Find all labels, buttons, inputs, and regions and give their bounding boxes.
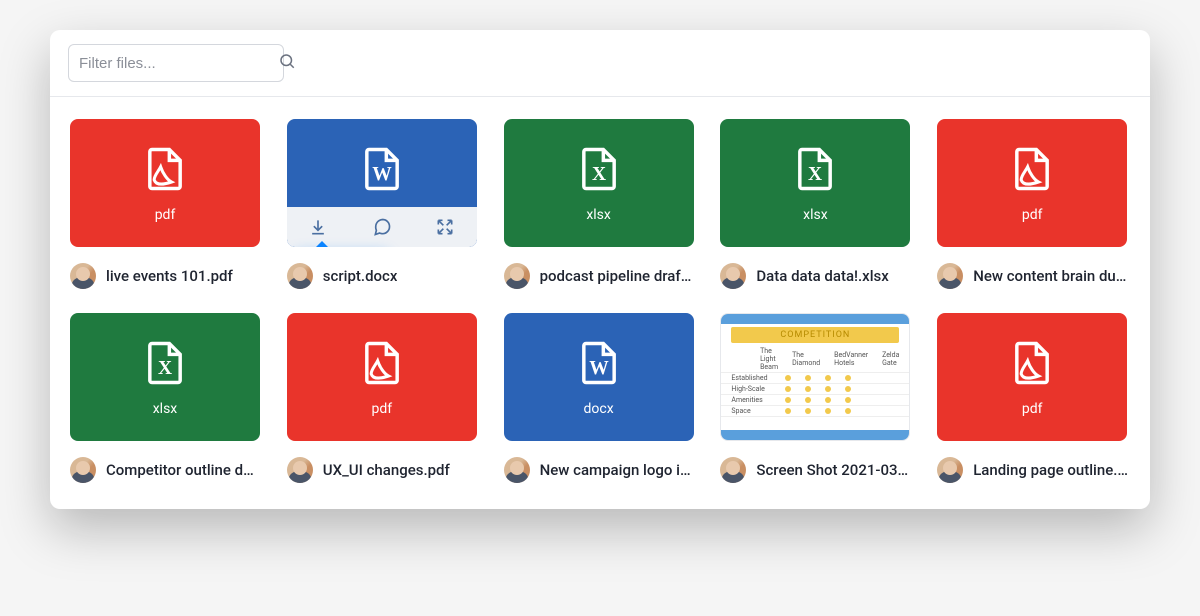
pdf-file-icon	[356, 337, 408, 393]
xlsx-file-icon: X	[789, 143, 841, 199]
file-name-label: UX_UI changes.pdf	[323, 461, 450, 479]
file-extension-label: pdf	[1022, 401, 1043, 417]
file-name-label: Landing page outline.pdf	[973, 461, 1128, 479]
file-thumbnail[interactable]: Xxlsx	[720, 119, 910, 247]
file-thumbnail[interactable]: pdf	[287, 313, 477, 441]
file-extension-label: xlsx	[803, 207, 828, 223]
expand-button[interactable]	[425, 207, 465, 247]
avatar	[720, 457, 746, 483]
file-meta: script.docx	[287, 263, 480, 289]
file-card[interactable]: Xxlsx Data data data!.xlsx	[720, 119, 913, 289]
download-button[interactable]: Download	[298, 207, 338, 247]
file-name-label: New content brain dump.pdf	[973, 267, 1128, 285]
avatar	[504, 457, 530, 483]
files-panel: pdflive events 101.pdfWdocxDownloadscrip…	[50, 30, 1150, 509]
search-icon[interactable]	[278, 52, 296, 74]
file-card[interactable]: Xxlsx podcast pipeline draft.xlsx	[504, 119, 697, 289]
file-name-label: live events 101.pdf	[106, 267, 233, 285]
file-thumbnail[interactable]: COMPETITIONThe Light BeamThe DiamondBedV…	[720, 313, 910, 441]
file-name-label: Competitor outline doc.xlsx	[106, 461, 261, 479]
svg-text:X: X	[158, 358, 172, 379]
pdf-file-icon	[1006, 143, 1058, 199]
avatar	[287, 457, 313, 483]
search-input-wrap[interactable]	[68, 44, 284, 82]
comment-button[interactable]	[362, 207, 402, 247]
file-thumbnail[interactable]: pdf	[937, 119, 1127, 247]
avatar	[937, 263, 963, 289]
file-card[interactable]: Xxlsx Competitor outline doc.xlsx	[70, 313, 263, 483]
file-thumbnail[interactable]: WdocxDownload	[287, 119, 477, 247]
file-name-label: Data data data!.xlsx	[756, 267, 888, 285]
files-grid: pdflive events 101.pdfWdocxDownloadscrip…	[50, 97, 1150, 509]
xlsx-file-icon: X	[573, 143, 625, 199]
svg-text:X: X	[808, 164, 822, 185]
svg-text:X: X	[592, 164, 606, 185]
file-hover-toolbar: Download	[287, 207, 477, 247]
file-meta: New content brain dump.pdf	[937, 263, 1130, 289]
file-extension-label: docx	[584, 401, 614, 417]
avatar	[504, 263, 530, 289]
file-card[interactable]: pdf live events 101.pdf	[70, 119, 263, 289]
file-thumbnail[interactable]: Wdocx	[504, 313, 694, 441]
file-card[interactable]: Wdocx New campaign logo ideas.docx	[504, 313, 697, 483]
avatar	[70, 457, 96, 483]
file-meta: podcast pipeline draft.xlsx	[504, 263, 697, 289]
avatar	[720, 263, 746, 289]
file-extension-label: pdf	[1022, 207, 1043, 223]
file-card[interactable]: WdocxDownload script.docx	[287, 119, 480, 289]
search-input[interactable]	[79, 55, 278, 72]
svg-text:W: W	[372, 164, 392, 185]
file-name-label: New campaign logo ideas.docx	[540, 461, 695, 479]
file-thumbnail[interactable]: pdf	[70, 119, 260, 247]
file-extension-label: pdf	[155, 207, 176, 223]
file-card[interactable]: COMPETITIONThe Light BeamThe DiamondBedV…	[720, 313, 913, 483]
file-meta: Data data data!.xlsx	[720, 263, 913, 289]
pdf-file-icon	[139, 143, 191, 199]
docx-file-icon: W	[573, 337, 625, 393]
file-name-label: podcast pipeline draft.xlsx	[540, 267, 695, 285]
file-meta: live events 101.pdf	[70, 263, 263, 289]
file-extension-label: xlsx	[586, 207, 611, 223]
svg-text:W: W	[589, 358, 609, 379]
file-meta: UX_UI changes.pdf	[287, 457, 480, 483]
file-card[interactable]: pdf Landing page outline.pdf	[937, 313, 1130, 483]
file-name-label: script.docx	[323, 267, 398, 285]
file-name-label: Screen Shot 2021-03…	[756, 461, 908, 479]
avatar	[70, 263, 96, 289]
xlsx-file-icon: X	[139, 337, 191, 393]
file-thumbnail[interactable]: Xxlsx	[70, 313, 260, 441]
file-meta: Landing page outline.pdf	[937, 457, 1130, 483]
file-thumbnail[interactable]: Xxlsx	[504, 119, 694, 247]
file-meta: Competitor outline doc.xlsx	[70, 457, 263, 483]
docx-file-icon: W	[356, 143, 408, 199]
avatar	[937, 457, 963, 483]
competition-thumbnail: COMPETITIONThe Light BeamThe DiamondBedV…	[721, 314, 909, 440]
file-meta: Screen Shot 2021-03…	[720, 457, 913, 483]
file-thumbnail[interactable]: pdf	[937, 313, 1127, 441]
file-extension-label: pdf	[371, 401, 392, 417]
file-meta: New campaign logo ideas.docx	[504, 457, 697, 483]
pdf-file-icon	[1006, 337, 1058, 393]
avatar	[287, 263, 313, 289]
file-card[interactable]: pdf New content brain dump.pdf	[937, 119, 1130, 289]
file-card[interactable]: pdf UX_UI changes.pdf	[287, 313, 480, 483]
search-bar	[50, 30, 1150, 97]
file-extension-label: xlsx	[153, 401, 178, 417]
